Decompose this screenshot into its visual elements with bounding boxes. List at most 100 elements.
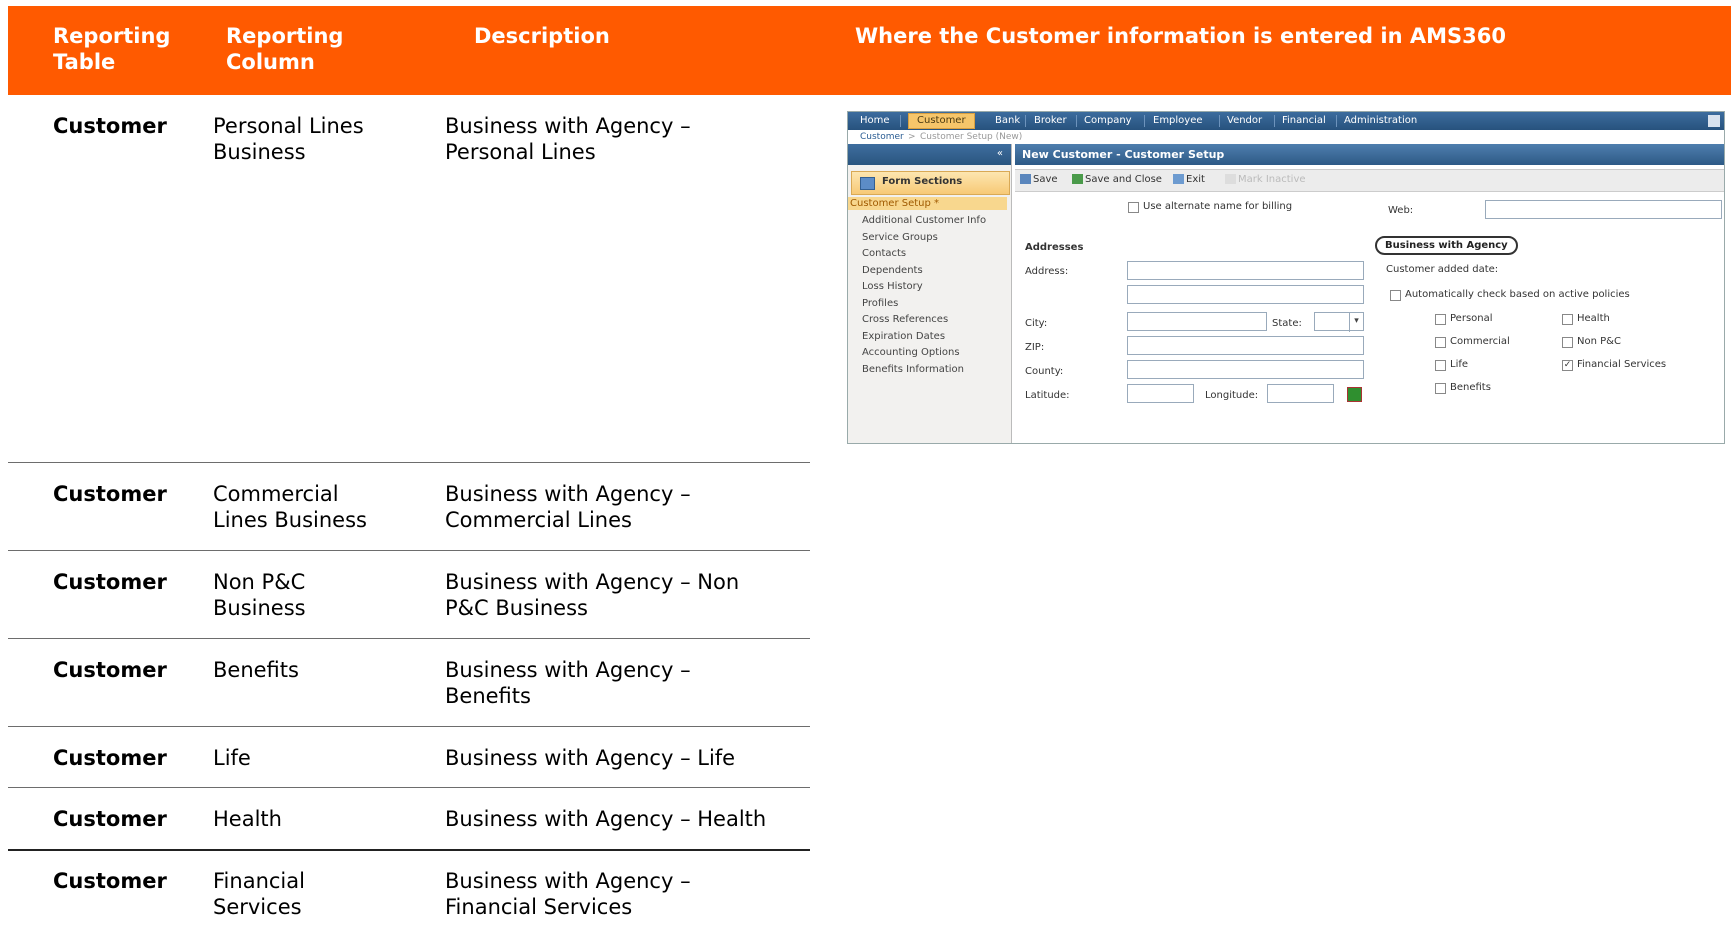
nav-customer[interactable]: Customer [908,113,975,129]
left-item-benefits-info[interactable]: Benefits Information [862,363,964,376]
nav-employee[interactable]: Employee [1153,114,1203,128]
row-divider [8,849,810,851]
left-item-contacts[interactable]: Contacts [862,247,906,260]
collapse-icon[interactable]: « [997,148,1003,159]
nav-separator [1076,115,1077,127]
save-button-label: Save [1033,174,1058,185]
row6-description: Business with Agency – Health [445,807,767,831]
row-divider [8,726,810,727]
county-label: County: [1025,366,1064,377]
left-item-cross-references[interactable]: Cross References [862,313,948,326]
nav-company[interactable]: Company [1084,114,1132,128]
row4-column: Benefits [213,658,299,682]
row2-column: Commercial Lines Business [213,482,367,532]
header-reporting-table: Reporting Table [53,24,171,74]
auto-check-label: Automatically check based on active poli… [1405,289,1630,300]
health-label: Health [1577,313,1610,324]
life-checkbox[interactable] [1435,360,1446,371]
state-select[interactable]: ▾ [1314,312,1364,332]
main-panel: New Customer - Customer Setup Save Save … [1015,144,1724,443]
left-item-service-groups[interactable]: Service Groups [862,231,938,244]
window-icon[interactable] [1708,115,1720,127]
map-pin-icon[interactable] [1347,387,1362,402]
address-label: Address: [1025,266,1069,277]
zip-field[interactable] [1127,336,1364,355]
county-field[interactable] [1127,360,1364,379]
exit-button[interactable]: Exit [1173,174,1205,186]
nav-separator [1219,115,1220,127]
life-label: Life [1450,359,1469,370]
row7-description: Business with Agency – Financial Service… [445,869,691,919]
save-close-icon [1072,174,1083,184]
row5-table: Customer [53,746,167,770]
save-and-close-button[interactable]: Save and Close [1072,174,1162,186]
left-item-additional-info[interactable]: Additional Customer Info [862,214,986,227]
web-label: Web: [1388,205,1414,216]
state-label: State: [1272,318,1302,329]
non-pc-label: Non P&C [1577,336,1621,347]
address-line1-field[interactable] [1127,261,1364,280]
zip-label: ZIP: [1025,342,1045,353]
nav-separator [900,115,901,127]
breadcrumb: Customer > Customer Setup (New) [848,130,1724,144]
latitude-field[interactable] [1127,384,1194,403]
nav-separator [1144,115,1145,127]
top-nav: Home Customer Bank Broker Company Employ… [848,112,1724,130]
personal-checkbox[interactable] [1435,314,1446,325]
left-item-accounting-options[interactable]: Accounting Options [862,346,960,359]
left-item-loss-history[interactable]: Loss History [862,280,923,293]
nav-broker[interactable]: Broker [1034,114,1067,128]
form-title: New Customer - Customer Setup [1015,144,1724,165]
alternate-name-checkbox[interactable] [1128,202,1139,213]
nav-home[interactable]: Home [860,114,890,128]
form-sections-icon [860,177,875,190]
form-toolbar: Save Save and Close Exit Mark Inactive [1015,169,1724,192]
commercial-checkbox[interactable] [1435,337,1446,348]
left-item-dependents[interactable]: Dependents [862,264,923,277]
address-line2-field[interactable] [1127,285,1364,304]
alternate-name-label: Use alternate name for billing [1143,201,1293,212]
form-sections-label: Form Sections [882,176,963,187]
non-pc-checkbox[interactable] [1562,337,1573,348]
row6-table: Customer [53,807,167,831]
breadcrumb-customer[interactable]: Customer [860,130,904,144]
health-checkbox[interactable] [1562,314,1573,325]
longitude-field[interactable] [1267,384,1334,403]
benefits-label: Benefits [1450,382,1491,393]
nav-bank[interactable]: Bank [995,114,1020,128]
benefits-checkbox[interactable] [1435,383,1446,394]
form-sections-header: Form Sections [851,171,1010,195]
customer-added-date-label: Customer added date: [1386,264,1499,275]
header-description: Description [474,24,610,48]
row5-description: Business with Agency – Life [445,746,736,770]
web-field[interactable] [1485,200,1722,219]
row1-column: Personal Lines Business [213,114,364,164]
nav-vendor[interactable]: Vendor [1227,114,1262,128]
city-field[interactable] [1127,312,1267,331]
auto-check-checkbox[interactable] [1390,290,1401,301]
addresses-heading: Addresses [1025,242,1084,253]
row7-column: Financial Services [213,869,305,919]
save-button[interactable]: Save [1020,174,1058,186]
header-where-entered: Where the Customer information is entere… [855,24,1506,48]
business-with-agency-heading: Business with Agency [1375,236,1518,255]
longitude-label: Longitude: [1205,390,1259,401]
row2-table: Customer [53,482,167,506]
financial-services-checkbox[interactable]: ✓ [1562,360,1573,371]
nav-administration[interactable]: Administration [1344,114,1417,128]
mark-inactive-label: Mark Inactive [1238,174,1306,185]
mark-inactive-button[interactable]: Mark Inactive [1225,174,1306,186]
left-item-profiles[interactable]: Profiles [862,297,898,310]
chevron-down-icon[interactable]: ▾ [1349,313,1363,332]
row5-column: Life [213,746,251,770]
left-item-customer-setup[interactable]: Customer Setup * [848,197,1007,210]
row-divider [8,462,810,463]
financial-services-label: Financial Services [1577,359,1667,370]
breadcrumb-separator: > [908,132,916,142]
ams360-screenshot: Home Customer Bank Broker Company Employ… [847,111,1725,444]
personal-label: Personal [1450,313,1493,324]
left-item-expiration-dates[interactable]: Expiration Dates [862,330,945,343]
save-icon [1020,174,1031,184]
nav-financial[interactable]: Financial [1282,114,1326,128]
latitude-label: Latitude: [1025,390,1070,401]
